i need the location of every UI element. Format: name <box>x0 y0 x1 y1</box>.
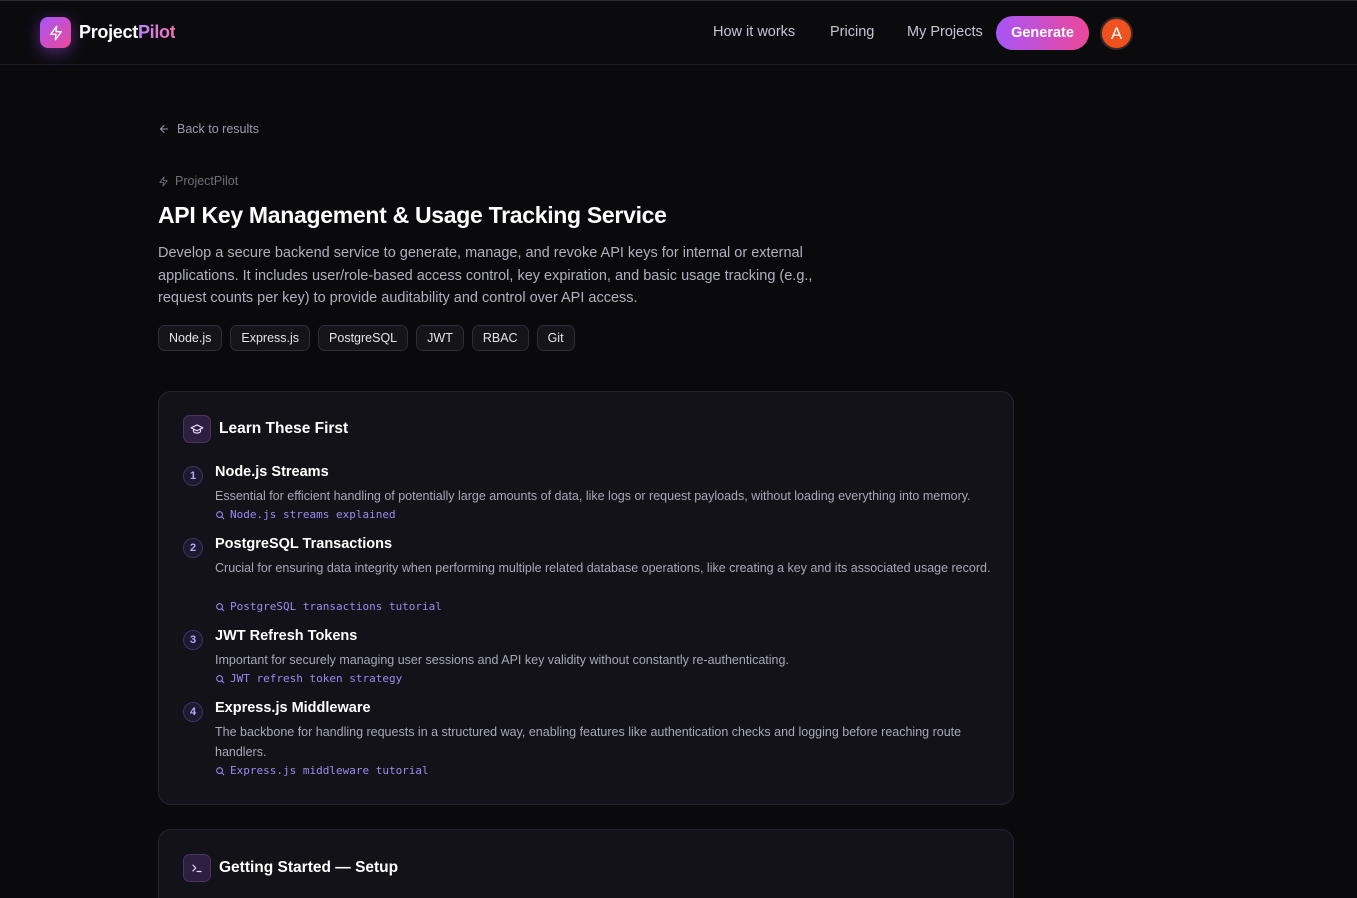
item-description: Important for securely managing user ses… <box>215 653 789 667</box>
item-number: 1 <box>183 466 203 486</box>
nav-how-it-works[interactable]: How it works <box>713 24 795 40</box>
page-title: API Key Management & Usage Tracking Serv… <box>158 202 667 228</box>
tech-tag: Node.js <box>158 325 223 351</box>
brand-name: ProjectPilot <box>79 22 176 43</box>
tech-tag: RBAC <box>471 325 529 351</box>
tech-tag: PostgreSQL <box>318 325 409 351</box>
tech-tag: JWT <box>416 325 464 351</box>
search-link[interactable]: PostgreSQL transactions tutorial <box>215 600 442 613</box>
back-to-results-label: Back to results <box>177 122 259 136</box>
search-link-label: Express.js middleware tutorial <box>230 764 429 777</box>
setup-card: Getting Started — Setup <box>158 829 1014 898</box>
user-avatar[interactable]: A <box>1100 17 1133 50</box>
search-link[interactable]: Express.js middleware tutorial <box>215 764 429 777</box>
graduation-cap-icon <box>183 415 211 443</box>
item-description: Essential for efficient handling of pote… <box>215 489 971 503</box>
tech-tags: Node.js Express.js PostgreSQL JWT RBAC G… <box>158 325 575 351</box>
learn-first-card: Learn These First 1 Node.js Streams Esse… <box>158 391 1014 805</box>
terminal-icon <box>183 854 211 882</box>
search-link[interactable]: JWT refresh token strategy <box>215 672 402 685</box>
search-link-label: PostgreSQL transactions tutorial <box>230 600 442 613</box>
back-to-results-link[interactable]: Back to results <box>158 122 259 136</box>
learn-item: 1 Node.js Streams Essential for efficien… <box>183 464 993 524</box>
search-icon <box>216 674 225 683</box>
learn-first-header: Learn These First <box>183 415 348 443</box>
item-title: JWT Refresh Tokens <box>215 628 358 644</box>
nav-my-projects[interactable]: My Projects <box>907 24 983 40</box>
search-link-label: Node.js streams explained <box>230 508 396 521</box>
learn-item: 4 Express.js Middleware The backbone for… <box>183 700 993 780</box>
search-link[interactable]: Node.js streams explained <box>215 508 396 521</box>
item-number: 4 <box>183 702 203 722</box>
generate-button[interactable]: Generate <box>996 16 1089 50</box>
brand-name-part1: Project <box>79 22 138 42</box>
learn-item: 3 JWT Refresh Tokens Important for secur… <box>183 628 993 688</box>
search-icon <box>216 602 225 611</box>
item-title: Express.js Middleware <box>215 700 371 716</box>
item-number: 3 <box>183 630 203 650</box>
item-number: 2 <box>183 538 203 558</box>
breadcrumb: ProjectPilot <box>158 174 238 188</box>
project-description: Develop a secure backend service to gene… <box>158 245 813 306</box>
lightning-icon <box>159 175 168 187</box>
learn-item: 2 PostgreSQL Transactions Crucial for en… <box>183 536 993 616</box>
item-title: PostgreSQL Transactions <box>215 536 393 552</box>
setup-title: Getting Started — Setup <box>219 859 399 876</box>
brand-name-part2: Pilot <box>137 22 176 42</box>
brand-logo[interactable]: ProjectPilot <box>40 17 176 48</box>
search-link-label: JWT refresh token strategy <box>230 672 403 685</box>
top-navigation-bar: ProjectPilot How it works Pricing My Pro… <box>0 0 1357 65</box>
search-icon <box>216 766 225 775</box>
item-description: The backbone for handling requests in a … <box>215 725 962 759</box>
search-icon <box>216 510 225 519</box>
item-title: Node.js Streams <box>215 464 329 480</box>
item-description: Crucial for ensuring data integrity when… <box>215 561 991 575</box>
nav-pricing[interactable]: Pricing <box>830 24 874 40</box>
tech-tag: Git <box>536 325 575 351</box>
learn-first-title: Learn These First <box>219 420 349 437</box>
lightning-icon <box>40 17 71 48</box>
arrow-left-icon <box>160 125 168 133</box>
tech-tag: Express.js <box>230 325 311 351</box>
breadcrumb-label: ProjectPilot <box>175 174 239 188</box>
setup-header: Getting Started — Setup <box>183 854 398 882</box>
